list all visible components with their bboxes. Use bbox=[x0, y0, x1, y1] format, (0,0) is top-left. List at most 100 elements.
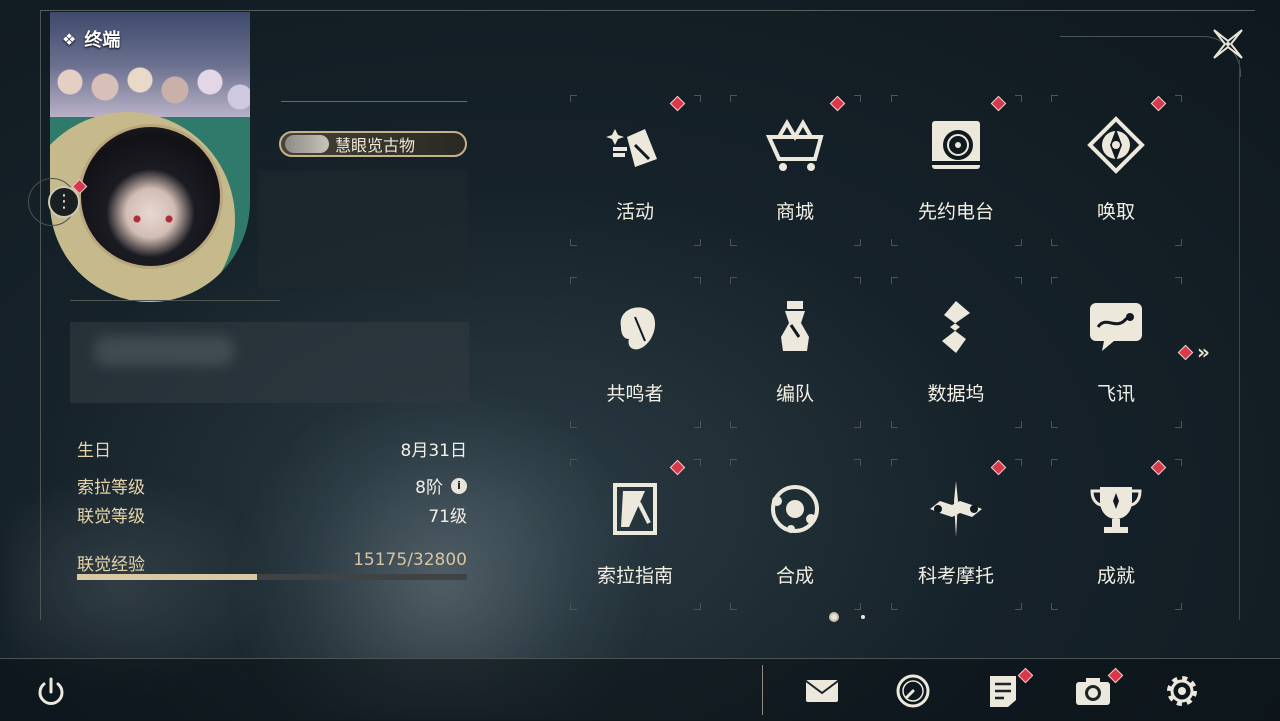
shop-icon bbox=[765, 118, 824, 171]
frame-line-right bbox=[1239, 60, 1240, 620]
tile-corner bbox=[854, 277, 861, 284]
tile-corner bbox=[570, 603, 577, 610]
stat-label: 生日 bbox=[77, 441, 111, 461]
tile-corner bbox=[694, 459, 701, 466]
stat-value: 15175/32800 bbox=[353, 550, 467, 570]
grid-tile-label: 唤取 bbox=[1096, 201, 1135, 223]
info-icon[interactable]: i bbox=[451, 477, 467, 494]
clock-icon[interactable] bbox=[894, 672, 932, 710]
tile-corner bbox=[1175, 95, 1182, 102]
tile-corner bbox=[730, 239, 737, 246]
notification-dot bbox=[990, 459, 1007, 476]
tile-corner bbox=[570, 95, 577, 102]
blurred-signature bbox=[258, 170, 468, 288]
tile-corner bbox=[730, 459, 737, 466]
tile-corner bbox=[730, 277, 737, 284]
grid-tile[interactable]: 合成 bbox=[730, 459, 861, 610]
mail-icon[interactable] bbox=[803, 672, 841, 710]
settings-icon[interactable] bbox=[1163, 672, 1201, 710]
grid-tile-label: 共鸣者 bbox=[606, 383, 664, 405]
camera-icon[interactable] bbox=[1074, 672, 1112, 710]
grid-tile[interactable]: 数据坞 bbox=[891, 277, 1022, 428]
tile-corner bbox=[891, 603, 898, 610]
grid-tile[interactable]: 飞讯 bbox=[1051, 277, 1182, 428]
message-icon bbox=[1090, 303, 1142, 351]
tile-corner bbox=[694, 239, 701, 246]
tile-corner bbox=[854, 459, 861, 466]
notification-dot bbox=[669, 459, 686, 476]
tile-corner bbox=[694, 95, 701, 102]
tile-corner bbox=[730, 603, 737, 610]
page-dot-active[interactable] bbox=[829, 612, 839, 622]
tile-corner bbox=[854, 239, 861, 246]
notice-icon[interactable] bbox=[984, 672, 1022, 710]
tile-corner bbox=[1015, 95, 1022, 102]
grid-tile-label: 活动 bbox=[615, 201, 654, 223]
title-badge[interactable]: 慧眼览古物 bbox=[279, 131, 467, 157]
motorcycle-icon bbox=[930, 481, 982, 537]
tile-corner bbox=[1015, 459, 1022, 466]
stat-union-exp: 联觉经验 15175/32800 bbox=[77, 550, 467, 575]
tile-corner bbox=[570, 459, 577, 466]
tile-corner bbox=[854, 95, 861, 102]
tile-corner bbox=[1015, 603, 1022, 610]
tile-corner bbox=[891, 277, 898, 284]
notification-dot bbox=[1150, 95, 1167, 112]
grid-tile-label: 成就 bbox=[1096, 565, 1135, 587]
grid-tile[interactable]: 唤取 bbox=[1051, 95, 1182, 246]
grid-tile[interactable]: 活动 bbox=[570, 95, 701, 246]
tile-corner bbox=[694, 277, 701, 284]
stat-label: 联觉经验 bbox=[77, 555, 145, 575]
tile-corner bbox=[854, 421, 861, 428]
tile-corner bbox=[730, 421, 737, 428]
page-indicator bbox=[829, 612, 865, 622]
frame-line-top bbox=[40, 10, 1255, 11]
convene-icon bbox=[1087, 116, 1145, 174]
tile-corner bbox=[891, 95, 898, 102]
grid-tile-label: 编队 bbox=[775, 383, 814, 405]
stat-union-level: 联觉等级 71级 bbox=[77, 502, 467, 527]
close-icon[interactable] bbox=[1208, 24, 1248, 64]
grid-tile[interactable]: 先约电台 bbox=[891, 95, 1022, 246]
tile-corner bbox=[1175, 459, 1182, 466]
profile-card[interactable] bbox=[50, 12, 250, 302]
events-icon bbox=[606, 129, 657, 167]
divider bbox=[70, 300, 280, 301]
stat-label: 索拉等级 bbox=[77, 478, 145, 498]
avatar[interactable] bbox=[78, 124, 223, 269]
grid-tile[interactable]: 索拉指南 bbox=[570, 459, 701, 610]
tile-corner bbox=[570, 277, 577, 284]
power-icon[interactable] bbox=[33, 674, 69, 710]
tile-corner bbox=[891, 239, 898, 246]
trophy-icon bbox=[1090, 487, 1142, 533]
terminal-icon: ❖ bbox=[62, 29, 77, 49]
notification-dot bbox=[669, 95, 686, 112]
notification-dot bbox=[990, 95, 1007, 112]
tile-corner bbox=[1051, 95, 1058, 102]
tile-corner bbox=[1051, 459, 1058, 466]
tile-corner bbox=[1051, 421, 1058, 428]
stat-sola-level: 索拉等级 8阶 i bbox=[77, 473, 467, 498]
tile-corner bbox=[1175, 277, 1182, 284]
stat-value-wrap: 8阶 i bbox=[415, 473, 467, 498]
grid-tile[interactable]: 商城 bbox=[730, 95, 861, 246]
notification-dot bbox=[1150, 459, 1167, 476]
tile-corner bbox=[1051, 603, 1058, 610]
guide-icon bbox=[613, 483, 657, 535]
exp-progress-fill bbox=[77, 574, 258, 580]
page-dot[interactable] bbox=[861, 615, 865, 619]
grid-tile[interactable]: 科考摩托 bbox=[891, 459, 1022, 610]
avatar-eyes bbox=[129, 215, 177, 223]
grid-tile[interactable]: 成就 bbox=[1051, 459, 1182, 610]
next-page-button[interactable]: » bbox=[1177, 340, 1210, 364]
tile-corner bbox=[891, 421, 898, 428]
frame-line-left bbox=[40, 10, 41, 620]
tile-corner bbox=[1175, 603, 1182, 610]
grid-tile[interactable]: 编队 bbox=[730, 277, 861, 428]
stat-birthday: 生日 8月31日 bbox=[77, 436, 467, 461]
chevron-right-icon: » bbox=[1197, 340, 1210, 364]
notification-dot bbox=[1177, 344, 1194, 360]
blurred-info-text bbox=[94, 336, 234, 366]
profile-banner-art bbox=[50, 52, 250, 122]
grid-tile[interactable]: 共鸣者 bbox=[570, 277, 701, 428]
